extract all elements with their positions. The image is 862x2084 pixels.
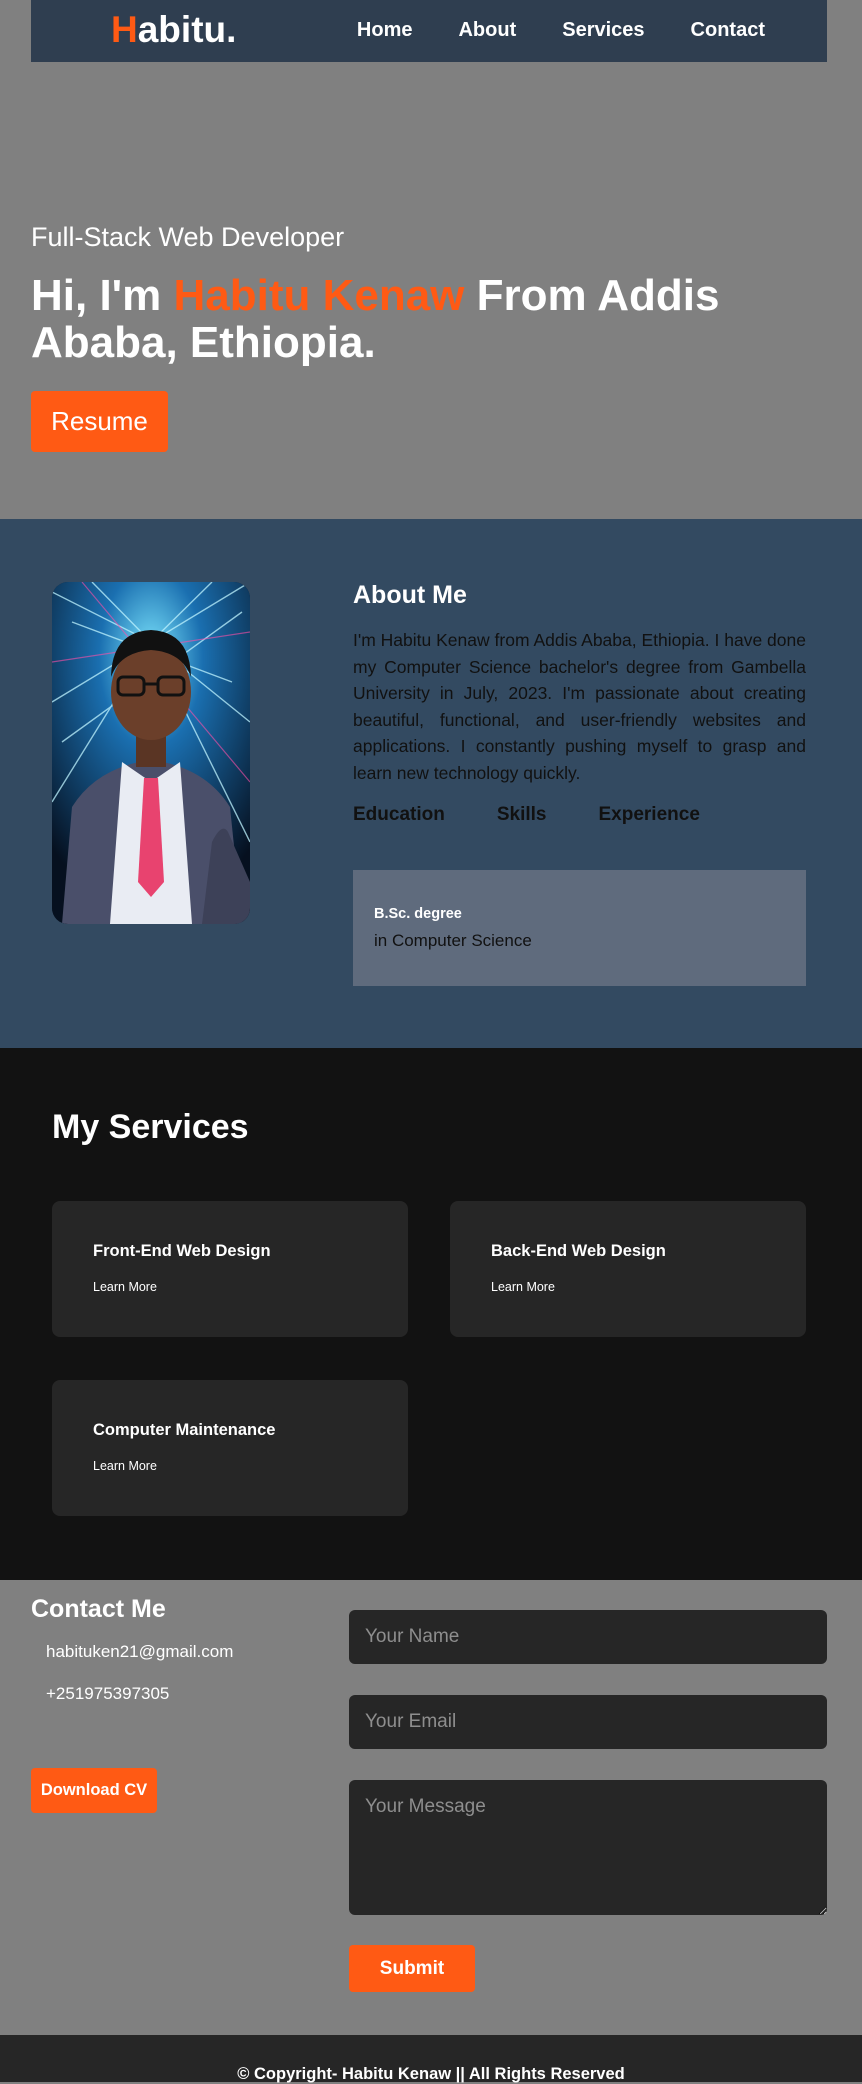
email-input[interactable] — [349, 1695, 827, 1749]
nav-link-contact[interactable]: Contact — [691, 19, 765, 42]
hero-title-prefix: Hi, I'm — [31, 271, 174, 320]
phone-text: +251975397305 — [46, 1684, 170, 1703]
about-section: About Me I'm Habitu Kenaw from Addis Aba… — [0, 519, 862, 1049]
hero-section: Full-Stack Web Developer Hi, I'm Habitu … — [0, 0, 862, 520]
profile-photo-illustration — [52, 582, 250, 924]
download-cv-button[interactable]: Download CV — [31, 1768, 157, 1813]
logo-text: abitu. — [137, 9, 237, 50]
nav-link-about[interactable]: About — [458, 19, 516, 42]
tab-experience[interactable]: Experience — [599, 804, 700, 826]
service-card: Back-End Web Design Learn More — [450, 1201, 806, 1337]
hero-subtitle: Full-Stack Web Developer — [31, 222, 345, 252]
copyright-text: © Copyright- Habitu Kenaw || All Rights … — [237, 2065, 625, 2083]
education-field: in Computer Science — [374, 931, 532, 950]
contact-section: Contact Me habituken21@gmail.com +251975… — [0, 1580, 862, 2035]
navbar: Habitu. Home About Services Contact — [31, 0, 827, 62]
service-card-title: Computer Maintenance — [93, 1421, 276, 1439]
education-degree: B.Sc. degree — [374, 906, 462, 922]
about-paragraph: I'm Habitu Kenaw from Addis Ababa, Ethio… — [353, 630, 806, 783]
nav-link-home[interactable]: Home — [357, 19, 413, 42]
learn-more-link[interactable]: Learn More — [491, 1280, 555, 1294]
nav-links: Home About Services Contact — [357, 19, 765, 42]
about-tabs: Education Skills Experience — [353, 804, 700, 826]
service-card-title: Front-End Web Design — [93, 1242, 271, 1260]
name-input[interactable] — [349, 1610, 827, 1664]
resume-button[interactable]: Resume — [31, 391, 168, 452]
logo-initial: H — [111, 9, 138, 50]
tab-education[interactable]: Education — [353, 804, 445, 826]
contact-heading: Contact Me — [31, 1595, 166, 1623]
profile-photo — [52, 582, 250, 924]
learn-more-link[interactable]: Learn More — [93, 1280, 157, 1294]
site-logo[interactable]: Habitu. — [111, 9, 236, 51]
service-card: Computer Maintenance Learn More — [52, 1380, 408, 1516]
footer: © Copyright- Habitu Kenaw || All Rights … — [0, 2035, 862, 2083]
about-heading: About Me — [353, 581, 467, 609]
hero-title-name: Habitu Kenaw — [173, 271, 465, 320]
tab-skills[interactable]: Skills — [497, 804, 547, 826]
message-textarea[interactable] — [349, 1780, 827, 1915]
learn-more-link[interactable]: Learn More — [93, 1459, 157, 1473]
email-text: habituken21@gmail.com — [46, 1642, 234, 1661]
service-card: Front-End Web Design Learn More — [52, 1201, 408, 1337]
nav-link-services[interactable]: Services — [562, 19, 644, 42]
services-heading: My Services — [52, 1108, 249, 1146]
contact-email: habituken21@gmail.com — [46, 1642, 233, 1662]
submit-button[interactable]: Submit — [349, 1945, 475, 1992]
contact-phone: +251975397305 — [46, 1684, 169, 1704]
hero-title: Hi, I'm Habitu Kenaw From Addis Ababa, E… — [31, 272, 831, 366]
services-section: My Services Front-End Web Design Learn M… — [0, 1048, 862, 1581]
service-card-title: Back-End Web Design — [491, 1242, 666, 1260]
education-panel: B.Sc. degree in Computer Science — [353, 870, 806, 986]
